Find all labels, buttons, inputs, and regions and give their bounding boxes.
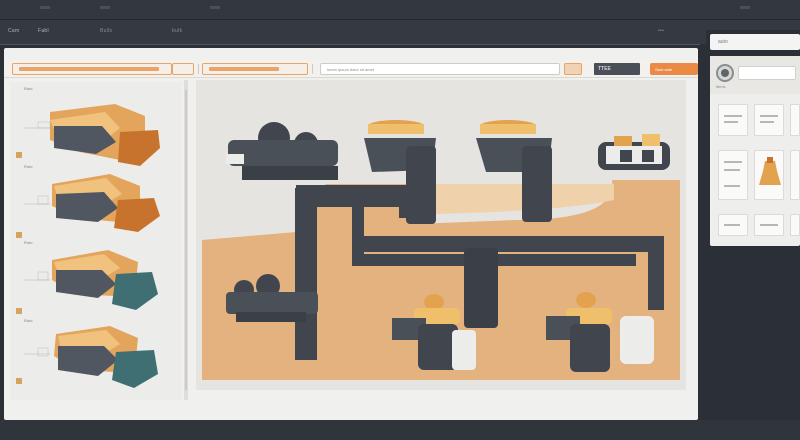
toolbar: lorem ipsum dolor sit amet TTEE Sare sat… [4,60,698,78]
thumbnail-label: Roto [24,164,33,169]
primary-action-button[interactable]: Sare sate [650,63,698,75]
tile-line [724,121,738,123]
menu-bar: Cam Fabl Bulls bulk ••• [0,20,800,44]
avatar-inner [721,69,729,77]
thumbnail-3[interactable] [37,250,158,310]
sidebar-tile[interactable] [718,150,748,200]
toolbar-dark-button[interactable]: TTEE [594,63,640,75]
menu-item-view[interactable]: Bulls [100,28,112,34]
tile-line [760,224,778,226]
system-top-bar [0,0,800,20]
tick [40,6,50,9]
sidebar-tile[interactable] [718,214,748,236]
tile-line [724,185,740,187]
tile-line [724,115,742,117]
bottom-status-bar [0,420,800,440]
menu-item-edit[interactable]: Fabl [38,28,49,34]
menu-dots[interactable]: ••• [658,28,664,34]
sidebar-sub-label: items [716,84,726,89]
design-canvas[interactable] [196,80,686,390]
thumbnail-2[interactable] [37,174,160,232]
tick [740,6,750,9]
thumbnail-label: Roto [24,240,33,245]
toolbar-separator [198,64,199,74]
tile-line [760,121,774,123]
field-fill [19,67,159,71]
screen: Cam Fabl Bulls bulk ••• lorem ipsum dolo… [0,0,800,440]
tile-line [724,169,740,171]
thumbnail-1[interactable] [37,104,160,166]
bell-icon [759,157,781,185]
divider-bar [185,90,187,390]
sidebar-tile-edge[interactable] [790,150,800,200]
toolbar-field-secondary[interactable] [202,63,308,75]
sidebar-tile-edge[interactable] [790,214,800,236]
sidebar-tile[interactable] [718,104,748,136]
tile-line [760,115,778,117]
thumbnail-list [16,104,160,388]
tick [100,6,110,9]
tick [210,6,220,9]
menu-rule [0,44,700,45]
thumbnail-label: Roto [24,86,33,91]
field-fill [209,67,279,71]
sidebar-search-input[interactable] [738,66,796,80]
pipe-diagram [202,120,680,380]
sidebar-tile-edge[interactable] [790,104,800,136]
component-valve-cluster[interactable] [598,134,670,170]
menu-item-file[interactable]: Cam [8,28,19,34]
tile-line [724,161,742,163]
toolbar-toggle-button[interactable] [564,63,582,75]
sidebar-tile-image[interactable] [754,150,784,200]
layer-panel: Roto Roto Roto Roto [10,82,182,400]
toolbar-separator [312,64,313,74]
sidebar-header-card[interactable]: auto [710,34,800,50]
search-input[interactable]: lorem ipsum dolor sit amet [320,63,560,75]
sidebar-tile[interactable] [754,214,784,236]
component-compressor[interactable] [226,122,338,180]
tile-line [724,224,740,226]
thumbnail-4[interactable] [37,326,158,388]
menu-item-tools[interactable]: bulk [172,28,182,34]
panel-divider[interactable] [184,80,188,400]
toolbar-field-primary[interactable] [12,63,172,75]
avatar-icon[interactable] [716,64,734,82]
toolbar-field-unit[interactable] [172,63,194,75]
thumbnail-label: Roto [24,318,33,323]
sidebar-tile[interactable] [754,104,784,136]
